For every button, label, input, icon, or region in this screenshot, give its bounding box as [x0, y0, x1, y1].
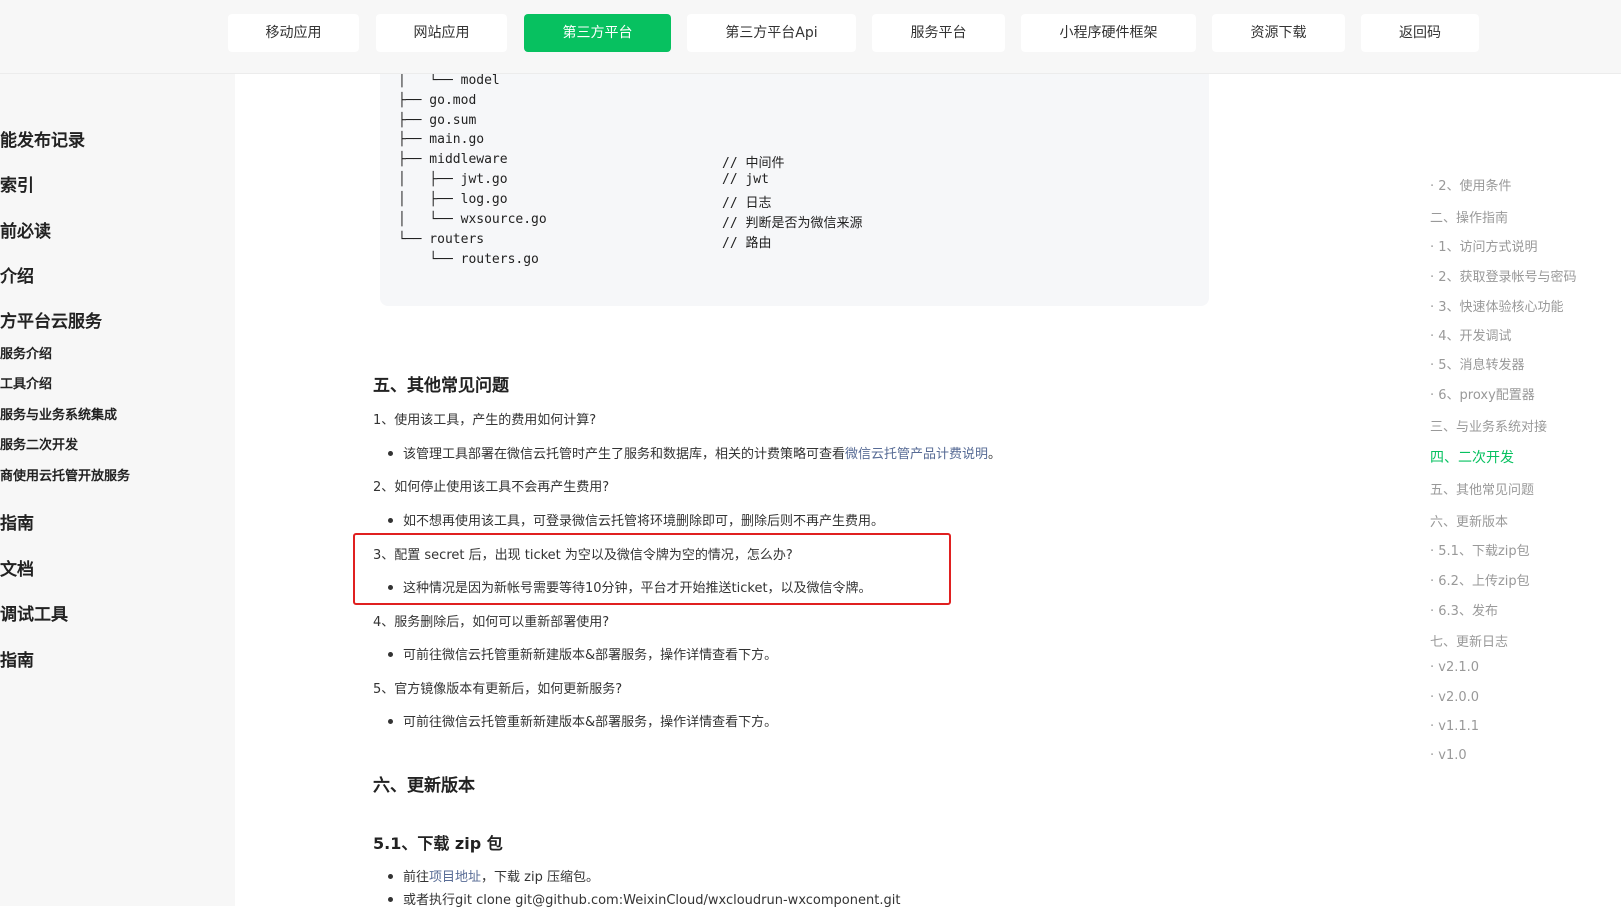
step-text: 前往	[403, 870, 430, 885]
toc-item[interactable]: · 5、消息转发器	[1430, 354, 1525, 373]
code-line: └── routers.go	[398, 252, 539, 267]
answer-suffix: 。	[988, 447, 1002, 462]
faq-question-2: 2、如何停止使用该工具不会再产生费用?	[373, 480, 610, 495]
tab-return-codes[interactable]: 返回码	[1361, 14, 1479, 52]
sidebar-item-guide-2[interactable]: 指南	[0, 646, 34, 671]
code-block: │ └── model ├── go.mod ├── go.sum ├── ma…	[380, 60, 1209, 306]
faq-question-3: 3、配置 secret 后，出现 ticket 为空以及微信令牌为空的情况，怎么…	[373, 548, 793, 563]
sidebar-item-cloud-service[interactable]: 方平台云服务	[0, 307, 102, 332]
code-line: ├── go.sum	[398, 113, 477, 128]
toc-item[interactable]: 三、与业务系统对接	[1430, 416, 1547, 435]
toc-item[interactable]: · 6.3、发布	[1430, 600, 1498, 619]
code-line: │ ├── jwt.go	[398, 172, 508, 187]
tab-third-party-platform[interactable]: 第三方平台	[524, 14, 671, 52]
bullet-dot	[388, 451, 393, 456]
answer-text: 这种情况是因为新帐号需要等待10分钟，平台才开始推送ticket，以及微信令牌。	[403, 581, 872, 596]
toc-item[interactable]: 五、其他常见问题	[1430, 479, 1534, 498]
code-line: ├── middleware	[398, 152, 508, 167]
update-heading: 六、更新版本	[373, 776, 475, 796]
answer-text: 如不想再使用该工具，可登录微信云托管将环境删除即可，删除后则不再产生费用。	[403, 514, 885, 529]
faq-answer-4: 可前往微信云托管重新新建版本&部署服务，操作详情查看下方。	[388, 644, 777, 663]
toc-item[interactable]: · 3、快速体验核心功能	[1430, 296, 1564, 315]
left-sidebar: 能发布记录 索引 前必读 介绍 方平台云服务 服务介绍 工具介绍 服务与业务系统…	[0, 73, 235, 906]
code-line: │ └── wxsource.go	[398, 212, 547, 227]
toc-item[interactable]: · 6.2、上传zip包	[1430, 570, 1530, 589]
code-line: │ └── model	[398, 73, 500, 88]
toc-item[interactable]: 六、更新版本	[1430, 511, 1508, 530]
answer-text: 该管理工具部署在微信云托管时产生了服务和数据库，相关的计费策略可查看	[403, 447, 846, 462]
download-zip-heading: 5.1、下载 zip 包	[373, 834, 503, 853]
sidebar-subitem-integration[interactable]: 服务与业务系统集成	[0, 404, 117, 423]
code-comment: // jwt	[722, 172, 769, 187]
faq-answer-5: 可前往微信云托管重新新建版本&部署服务，操作详情查看下方。	[388, 711, 777, 730]
sidebar-item-debug-tools[interactable]: 调试工具	[0, 600, 68, 625]
bullet-dot	[388, 719, 393, 724]
step-text-suffix: ，下载 zip 压缩包。	[481, 870, 599, 885]
bullet-dot	[388, 897, 393, 902]
code-comment: // 中间件	[722, 156, 785, 171]
sidebar-item-index[interactable]: 索引	[0, 171, 34, 196]
sidebar-item-release-notes[interactable]: 能发布记录	[0, 126, 85, 151]
sidebar-item-must-read[interactable]: 前必读	[0, 217, 51, 242]
toc-item[interactable]: · v1.0	[1430, 748, 1467, 763]
faq-question-4: 4、服务删除后，如何可以重新部署使用?	[373, 615, 610, 630]
code-line: │ ├── log.go	[398, 192, 508, 207]
bullet-dot	[388, 518, 393, 523]
faq-question-1: 1、使用该工具，产生的费用如何计算?	[373, 413, 597, 428]
tab-miniprogram-hardware[interactable]: 小程序硬件框架	[1021, 14, 1196, 52]
tab-resource-download[interactable]: 资源下载	[1212, 14, 1345, 52]
code-comment: // 路由	[722, 236, 772, 251]
bullet-dot	[388, 652, 393, 657]
sidebar-subitem-cloud-hosting-open[interactable]: 商使用云托管开放服务	[0, 465, 130, 484]
toc-item[interactable]: · 5.1、下载zip包	[1430, 540, 1530, 559]
toc-item[interactable]: 七、更新日志	[1430, 631, 1508, 650]
code-comment: // 日志	[722, 196, 772, 211]
tab-mobile-app[interactable]: 移动应用	[228, 14, 359, 52]
sidebar-item-docs[interactable]: 文档	[0, 555, 34, 580]
answer-text: 可前往微信云托管重新新建版本&部署服务，操作详情查看下方。	[403, 715, 778, 730]
sidebar-item-guide[interactable]: 指南	[0, 509, 34, 534]
project-link[interactable]: 项目地址	[429, 870, 481, 885]
download-step-2: 或者执行git clone git@github.com:WeixinCloud…	[388, 889, 900, 908]
bullet-dot	[388, 874, 393, 879]
code-line: ├── main.go	[398, 132, 485, 147]
faq-question-5: 5、官方镜像版本有更新后，如何更新服务?	[373, 682, 623, 697]
toc-item[interactable]: 二、操作指南	[1430, 207, 1508, 226]
top-navigation: 移动应用 网站应用 第三方平台 第三方平台Api 服务平台 小程序硬件框架 资源…	[0, 0, 1621, 74]
tab-website-app[interactable]: 网站应用	[376, 14, 507, 52]
code-line: └── routers	[398, 232, 485, 247]
sidebar-subitem-tool-intro[interactable]: 工具介绍	[0, 373, 52, 392]
answer-text: 可前往微信云托管重新新建版本&部署服务，操作详情查看下方。	[403, 648, 778, 663]
toc-item[interactable]: · 6、proxy配置器	[1430, 384, 1535, 403]
faq-answer-3: 这种情况是因为新帐号需要等待10分钟，平台才开始推送ticket，以及微信令牌。	[388, 577, 872, 596]
sidebar-item-intro[interactable]: 介绍	[0, 262, 34, 287]
toc-item-active[interactable]: 四、二次开发	[1430, 447, 1514, 467]
tab-service-platform[interactable]: 服务平台	[872, 14, 1005, 52]
toc-item[interactable]: · 2、使用条件	[1430, 175, 1512, 194]
toc-item[interactable]: · 1、访问方式说明	[1430, 236, 1538, 255]
toc-item[interactable]: · 4、开发调试	[1430, 325, 1512, 344]
bullet-dot	[388, 585, 393, 590]
pricing-link[interactable]: 微信云托管产品计费说明	[845, 447, 988, 462]
sidebar-subitem-service-intro[interactable]: 服务介绍	[0, 343, 52, 362]
faq-answer-1: 该管理工具部署在微信云托管时产生了服务和数据库，相关的计费策略可查看微信云托管产…	[388, 443, 1001, 462]
toc-item[interactable]: · 2、获取登录帐号与密码	[1430, 266, 1577, 285]
toc-item[interactable]: · v2.1.0	[1430, 660, 1479, 675]
faq-heading: 五、其他常见问题	[373, 376, 509, 396]
code-comment: // 判断是否为微信来源	[722, 216, 863, 231]
faq-answer-2: 如不想再使用该工具，可登录微信云托管将环境删除即可，删除后则不再产生费用。	[388, 510, 884, 529]
toc-item[interactable]: · v1.1.1	[1430, 719, 1479, 734]
sidebar-subitem-secondary-dev[interactable]: 服务二次开发	[0, 434, 78, 453]
toc-item[interactable]: · v2.0.0	[1430, 690, 1479, 705]
code-line: ├── go.mod	[398, 93, 477, 108]
tab-third-party-api[interactable]: 第三方平台Api	[687, 14, 856, 52]
download-step-1: 前往项目地址，下载 zip 压缩包。	[388, 866, 599, 885]
